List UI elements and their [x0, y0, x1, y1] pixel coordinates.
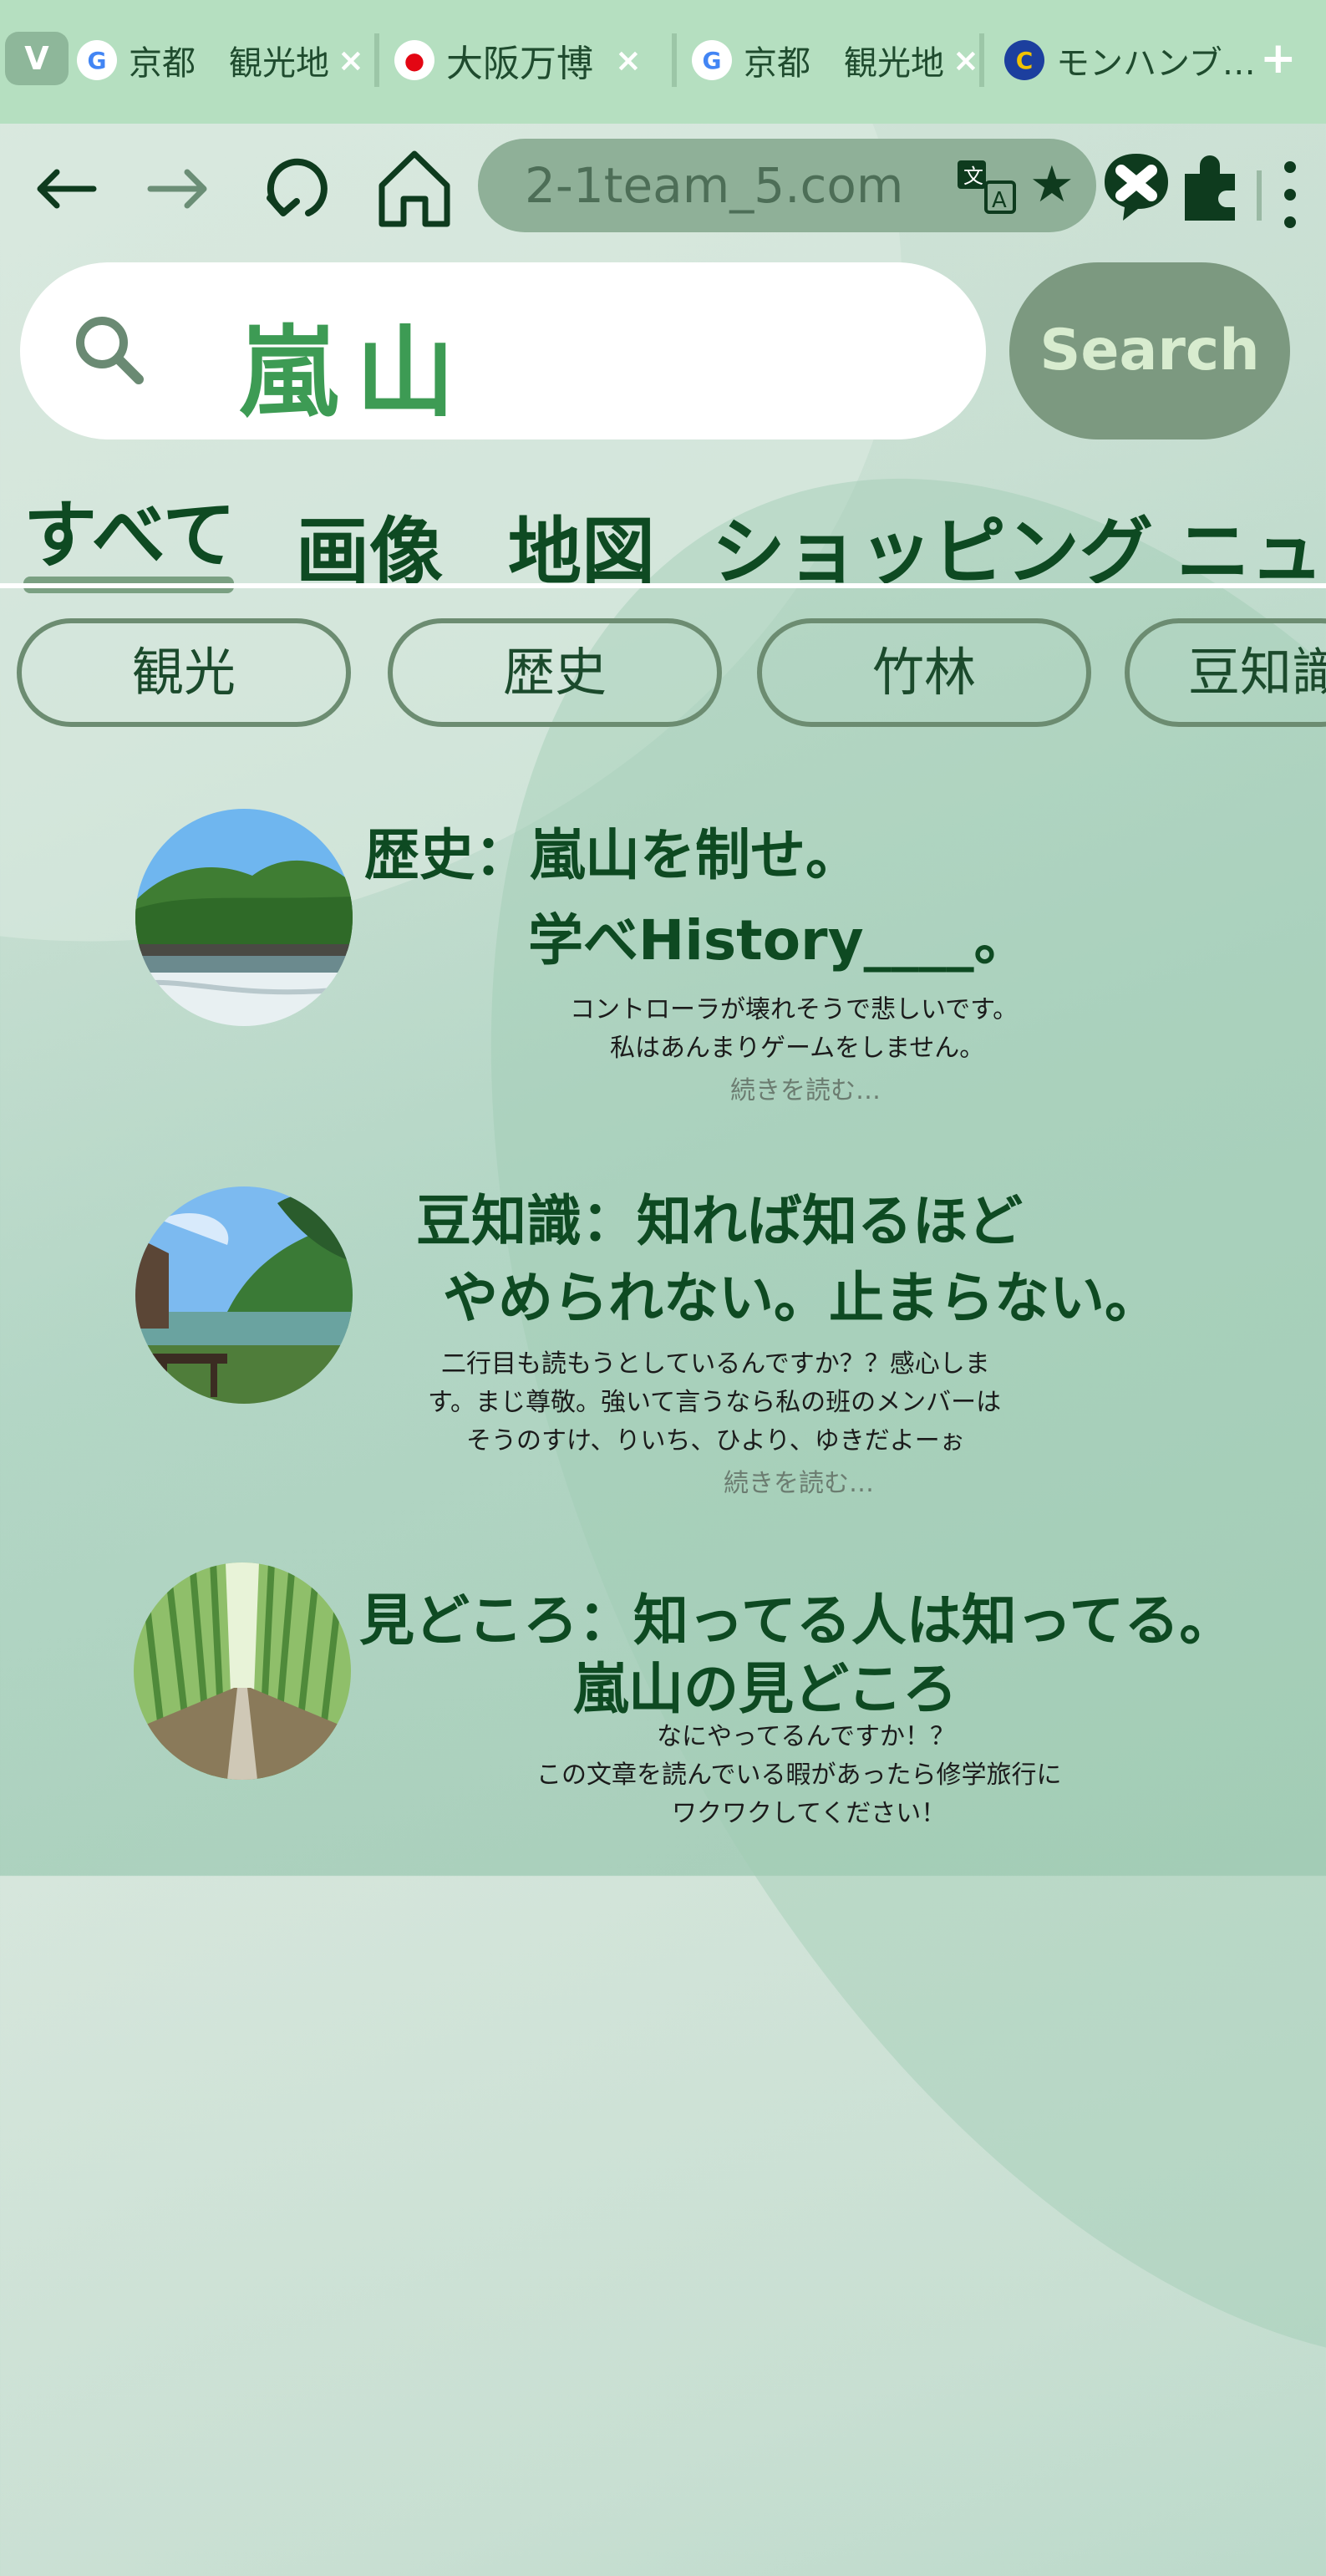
tab-list-toggle[interactable]: V: [5, 32, 69, 85]
tab-divider: [979, 33, 984, 87]
result-description: す。まじ尊敬。強いて言うなら私の班のメンバーは: [428, 1388, 1002, 1417]
reload-icon: [267, 158, 328, 216]
toolbar-divider: [1257, 170, 1262, 221]
expo-icon: ●: [394, 40, 434, 80]
arrow-left-icon: [37, 169, 97, 209]
extension-puzzle-icon[interactable]: [1180, 149, 1243, 227]
navigation-bar: 2-1team_5.com 文 A ★: [0, 124, 1326, 257]
back-button[interactable]: [25, 149, 105, 229]
svg-text:A: A: [992, 188, 1007, 213]
search-input[interactable]: 嵐山: [239, 292, 473, 435]
bookmark-star-icon[interactable]: ★: [1029, 155, 1075, 214]
browser-tab-4[interactable]: C モンハンブ…: [1004, 33, 1256, 87]
more-menu-icon[interactable]: [1278, 157, 1302, 236]
result-title-line1[interactable]: 歴史：嵐山を制せ。: [364, 810, 861, 891]
tab-title: 京都 観光地: [129, 44, 329, 83]
result-description: そうのすけ、りいち、ひより、ゆきだよーぉ: [466, 1426, 965, 1456]
search-button[interactable]: Search: [1009, 262, 1290, 439]
category-tabs: すべて 画像 地図 ショッピング ニュー: [0, 468, 1326, 595]
result-description: なにやってるんですか！？: [657, 1722, 955, 1751]
tab-divider-line: [0, 583, 1326, 588]
arrow-right-icon: [147, 169, 207, 209]
google-icon: G: [692, 40, 732, 80]
chip-trivia[interactable]: 豆知識: [1125, 618, 1326, 727]
search-box[interactable]: 嵐山: [20, 262, 986, 439]
result-description: ワクワクしてください！: [672, 1799, 947, 1828]
google-icon: G: [77, 40, 117, 80]
result-thumbnail-riverside[interactable]: [135, 1186, 353, 1404]
browser-tab-2[interactable]: ● 大阪万博 ×: [394, 33, 642, 87]
forward-button[interactable]: [139, 149, 219, 229]
translate-icon[interactable]: 文 A: [954, 157, 1018, 219]
chip-history[interactable]: 歴史: [388, 618, 722, 727]
result-description: コントローラが壊れそうで悲しいです。: [570, 995, 1019, 1024]
result-description: 私はあんまりゲームをしません。: [610, 1034, 985, 1063]
tab-divider: [374, 33, 379, 87]
new-tab-button[interactable]: +: [1260, 33, 1297, 84]
tab-title: モンハンブ…: [1056, 44, 1256, 83]
browser-tab-1[interactable]: G 京都 観光地 ×: [77, 33, 364, 87]
capcom-icon: C: [1004, 40, 1044, 80]
browser-tab-3[interactable]: G 京都 観光地 ×: [692, 33, 979, 87]
url-text: 2-1team_5.com: [525, 157, 904, 214]
search-icon: [69, 309, 152, 396]
result-title-line2[interactable]: 学べHistory____。: [528, 896, 1029, 976]
result-title-line1[interactable]: 豆知識：知れば知るほど: [416, 1176, 1023, 1257]
tab-all[interactable]: すべて: [23, 476, 236, 582]
chip-bamboo[interactable]: 竹林: [757, 618, 1091, 727]
result-title-line2[interactable]: やめられない。止まらない。: [443, 1253, 1160, 1334]
result-thumbnail-bamboo-grove[interactable]: [134, 1562, 351, 1780]
read-more-link[interactable]: 続きを読む…: [724, 1462, 874, 1499]
tab-strip: V G 京都 観光地 × ● 大阪万博 × G 京都 観光地 × C モンハンブ…: [0, 0, 1326, 124]
close-icon[interactable]: ×: [338, 42, 364, 79]
result-description: この文章を読んでいる暇があったら修学旅行に: [536, 1761, 1062, 1790]
result-title-line2[interactable]: 嵐山の見どころ: [573, 1644, 958, 1725]
extension-chat-icon[interactable]: [1101, 149, 1171, 227]
reload-button[interactable]: [256, 149, 336, 229]
result-description: 二行目も読もうとしているんですか？？感心しま: [441, 1349, 990, 1379]
home-button[interactable]: [374, 149, 455, 229]
chip-sightseeing[interactable]: 観光: [17, 618, 351, 727]
tab-divider: [672, 33, 677, 87]
tab-title: 京都 観光地: [744, 44, 944, 83]
close-icon[interactable]: ×: [615, 42, 642, 79]
close-icon[interactable]: ×: [953, 42, 979, 79]
read-more-link[interactable]: 続きを読む…: [730, 1070, 881, 1106]
home-icon: [378, 150, 450, 227]
svg-text:文: 文: [963, 165, 983, 188]
tab-title: 大阪万博: [446, 43, 593, 85]
address-bar[interactable]: 2-1team_5.com 文 A ★: [478, 139, 1096, 232]
result-thumbnail-togetsukyo[interactable]: [135, 809, 353, 1026]
